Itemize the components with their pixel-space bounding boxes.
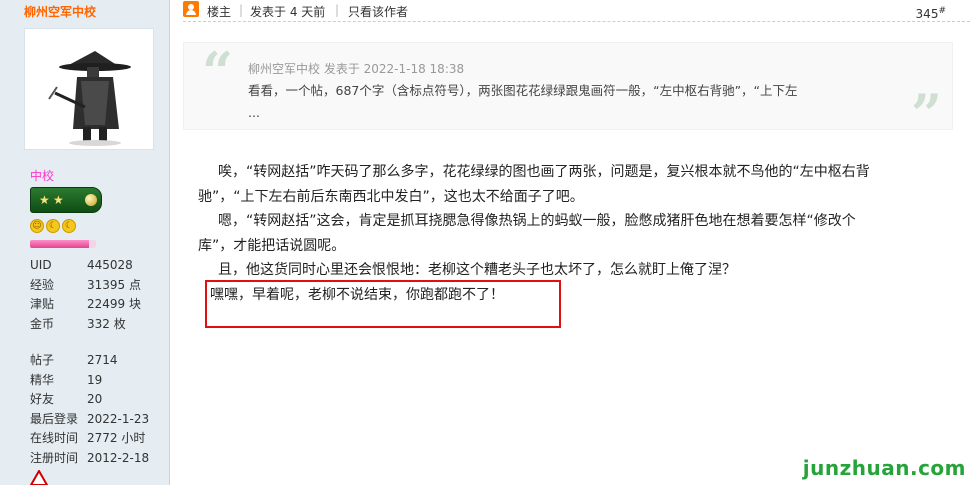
stat-label: 经验 [30,277,55,292]
stat-value: 19 [87,372,103,387]
stat-label: 津贴 [30,297,55,311]
stat-value: 445028 [87,258,133,272]
stat-value: 2772 小时 [87,431,146,445]
author-username[interactable]: 柳州空军中校 [24,3,96,20]
stat-row: 好友 20 [30,390,149,410]
moon-medal-icon: ☾ [46,219,60,233]
stat-label: 注册时间 [30,450,79,465]
quote-author-line: 柳州空军中校 发表于 2022-1-18 18:38 [248,62,465,76]
stat-label: 精华 [30,372,55,387]
post-meta-bar: 楼主 | 发表于 4 天前 | 只看该作者 345# [183,0,970,22]
stat-row: 精华 19 [30,371,149,391]
quote-text-ellipsis: ... [248,105,260,120]
experience-progress-bar [30,240,96,248]
stat-label: 在线时间 [30,431,79,445]
stat-value: 2022-1-23 [87,411,150,426]
user-icon [183,1,199,17]
experience-progress-fill [30,240,90,248]
stat-value: 2012-2-18 [87,450,150,465]
floor-number[interactable]: 345# [916,6,946,21]
post-time: 发表于 4 天前 [250,5,326,19]
stat-row: 最后登录 2022-1-23 [30,410,149,430]
close-quote-icon: ” [910,82,942,146]
star-icon: ★ [39,193,50,207]
star-icon: ★ [53,193,64,207]
stat-row: UID 445028 [30,256,141,276]
stat-value: 332 枚 [87,316,126,331]
stat-value: 20 [87,392,103,406]
stat-value: 31395 点 [87,277,141,292]
moon-medal-icon: ☾ [62,219,76,233]
post-paragraph: 且，他这货同时心里还会恨恨地：老柳这个糟老头子也太坏了，怎么就盯上俺了涅？ [218,262,736,278]
author-stats-primary: UID 445028 经验 31395 点津贴 22499 块金币 332 枚 [30,256,141,334]
host-label: 楼主 [207,5,232,19]
stat-row: 金币 332 枚 [30,315,141,335]
stat-value: 2714 [87,353,118,367]
level-medals: ☺ ☾ ☾ [30,219,76,233]
quoted-post: “ 柳州空军中校 发表于 2022-1-18 18:38 看看，一个帖，687个… [183,40,953,141]
separator: | [335,3,340,17]
stat-row: 津贴 22499 块 [30,295,141,315]
author-sidebar: 柳州空军中校 中校 ★ ★ ☺ ☾ ☾ UID 445028 经验 31395 … [0,0,170,485]
stat-value: 22499 块 [87,297,141,311]
open-quote-icon: “ [202,40,234,104]
rank-insignia-icon: ★ ★ [30,187,102,213]
stat-label: 最后登录 [30,411,79,426]
highlight-box [205,280,561,328]
site-watermark: junzhuan.com [802,456,966,480]
stat-label: UID [30,258,52,272]
stat-row: 经验 31395 点 [30,276,141,296]
post-paragraph: 驰”，“上下左右前后东南西北中发白”，这也太不给面子了吧。 [198,188,584,205]
author-rank-name[interactable]: 中校 [30,167,54,184]
stat-label: 金币 [30,316,55,331]
insignia-button-icon [85,194,97,206]
author-stats-secondary: 帖子 2714 精华 19 好友 20 最后登录 2022-1-23 在线时间 2772 小时 注册… [30,351,149,468]
post-paragraph: 嗯，“转网赵括”这会，肯定是抓耳挠腮急得像热锅上的蚂蚁一般，脸憋成猪肝色地在想着… [218,213,856,229]
post-paragraph: 唉，“转网赵括”咋天码了那么多字，花花绿绿的图也画了两张，问题是，复兴根本就不鸟… [218,164,870,180]
author-avatar[interactable] [24,28,154,150]
stat-label: 帖子 [30,353,55,367]
stat-row: 帖子 2714 [30,351,149,371]
post-paragraph: 库”，才能把话说圆呢。 [198,237,346,254]
stat-row: 注册时间 2012-2-18 [30,449,149,469]
separator: | [239,3,244,17]
stat-label: 好友 [30,392,55,406]
quote-text-line: 看看，一个帖，687个字（含标点符号），两张图花花绿绿跟鬼画符一般，“左中枢右背… [248,83,798,98]
badge-icon [30,470,48,485]
only-author-link[interactable]: 只看该作者 [348,3,408,20]
sun-medal-icon: ☺ [30,219,44,233]
quote-text: 看看，一个帖，687个字（含标点符号），两张图花花绿绿跟鬼画符一般，“左中枢右背… [248,80,878,124]
stat-row: 在线时间 2772 小时 [30,429,149,449]
swordsman-avatar-icon [48,51,131,146]
